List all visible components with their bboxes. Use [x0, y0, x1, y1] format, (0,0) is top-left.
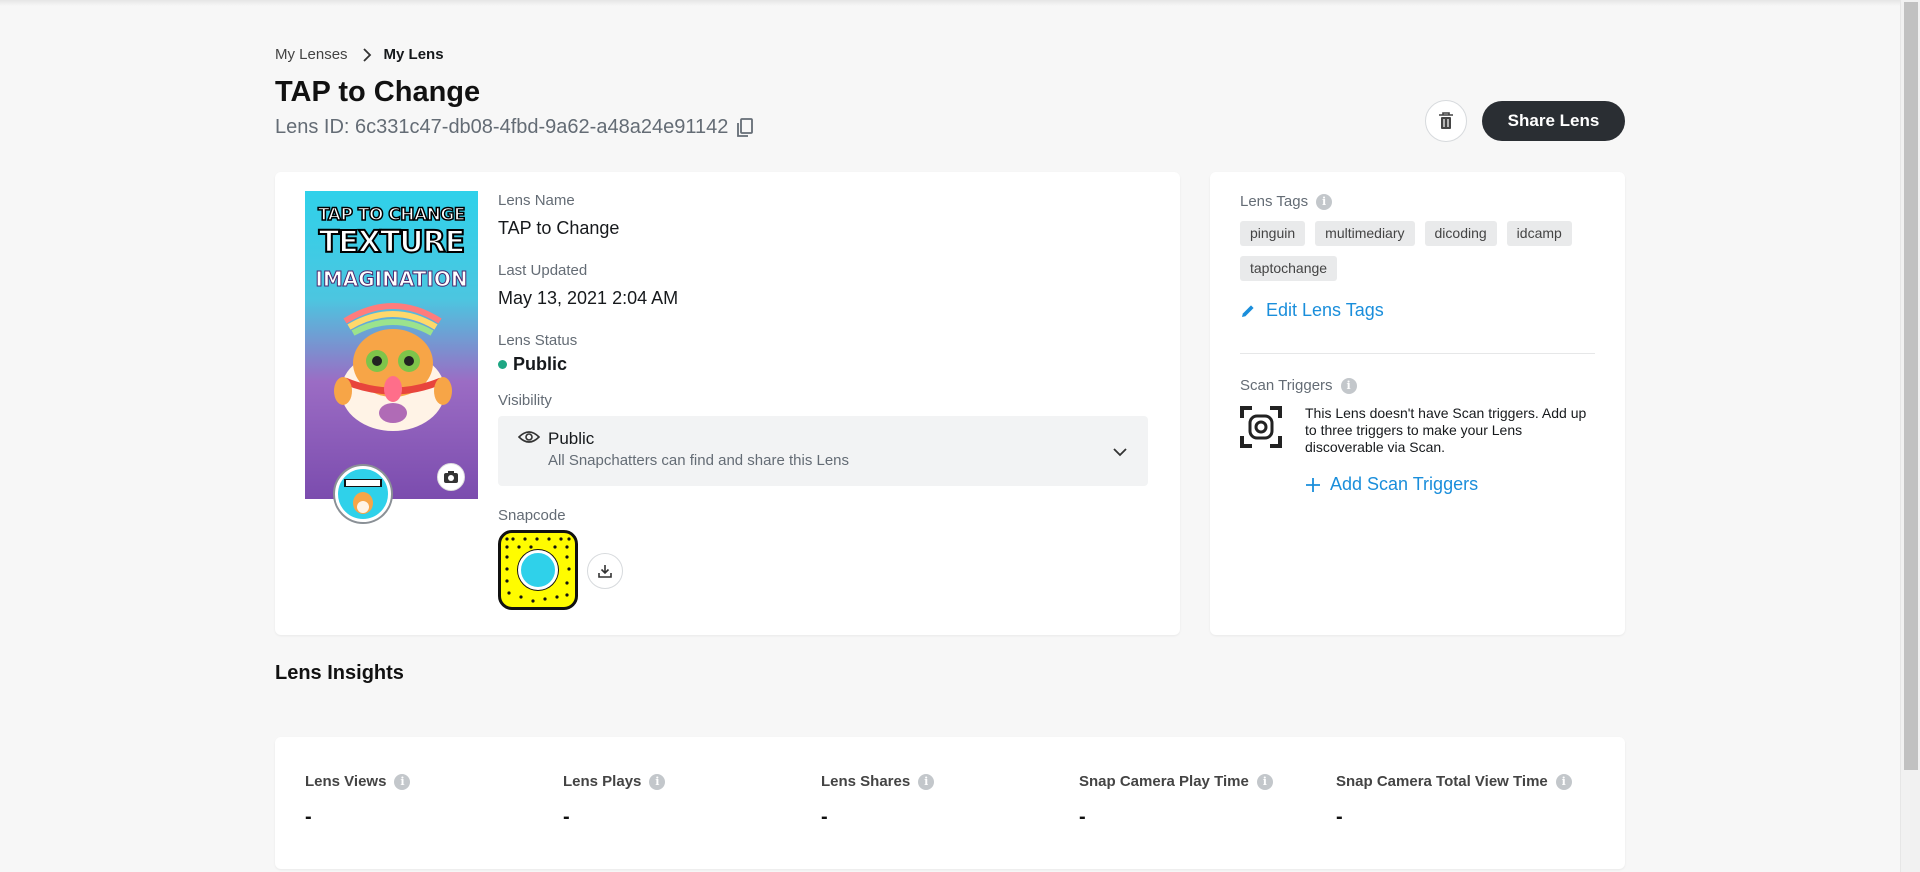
- delete-button[interactable]: [1425, 100, 1467, 142]
- snapcode-image: [498, 530, 578, 610]
- metric-value: -: [305, 806, 312, 828]
- download-snapcode-button[interactable]: [587, 553, 623, 589]
- info-icon[interactable]: i: [1316, 193, 1333, 210]
- lens-id: Lens ID: 6c331c47-db08-4fbd-9a62-a48a24e…: [275, 116, 754, 139]
- thumbnail-text-2: TEXTURE: [318, 224, 467, 261]
- plus-icon: [1306, 477, 1320, 492]
- lens-tags-header: Lens Tags i: [1240, 193, 1333, 210]
- metric-snap-camera-total-view-time: Snap Camera Total View Time i -: [1336, 773, 1572, 829]
- scan-triggers-label: Scan Triggers: [1240, 377, 1333, 394]
- cat-illustration: [334, 303, 452, 431]
- lens-thumbnail: TAP TO CHANGE TEXTURE IMAGINATION: [305, 191, 478, 499]
- scan-triggers-text: This Lens doesn't have Scan triggers. Ad…: [1305, 405, 1587, 455]
- last-updated-label: Last Updated: [498, 262, 588, 279]
- info-icon[interactable]: i: [1256, 773, 1273, 790]
- status-dot: [498, 360, 507, 369]
- metric-snap-camera-play-time: Snap Camera Play Time i -: [1079, 773, 1273, 829]
- edit-lens-tags-label: Edit Lens Tags: [1266, 300, 1384, 320]
- lens-insights-card: Lens Views i - Lens Plays i - Lens Shares i…: [275, 737, 1625, 869]
- info-icon[interactable]: i: [649, 773, 666, 790]
- page-title: TAP to Change: [275, 76, 481, 108]
- breadcrumb-current: My Lens: [383, 46, 444, 63]
- status-text: Public: [513, 354, 568, 374]
- thumbnail-text-3: IMAGINATION: [315, 267, 468, 292]
- lens-tags-label: Lens Tags: [1240, 193, 1309, 210]
- info-icon[interactable]: i: [394, 773, 411, 790]
- metric-value: -: [821, 806, 828, 828]
- avatar-image: [344, 479, 382, 514]
- lens-name-value: TAP to Change: [498, 218, 620, 238]
- edit-lens-tags-link[interactable]: Edit Lens Tags: [1240, 300, 1384, 321]
- add-scan-triggers-label: Add Scan Triggers: [1330, 474, 1479, 494]
- last-updated-value: May 13, 2021 2:04 AM: [498, 288, 679, 308]
- divider: [1240, 353, 1595, 354]
- metric-lens-plays: Lens Plays i -: [563, 773, 666, 829]
- breadcrumb-my-lenses[interactable]: My Lenses: [275, 46, 348, 63]
- tag-chip: pinguin: [1240, 221, 1306, 246]
- info-icon[interactable]: i: [1555, 773, 1572, 790]
- metric-value: -: [1079, 806, 1086, 828]
- info-icon[interactable]: i: [918, 773, 935, 790]
- thumbnail-text-1: TAP TO CHANGE: [317, 204, 466, 226]
- copy-icon[interactable]: [736, 117, 754, 138]
- status-badge: Public: [498, 354, 567, 375]
- lens-status-label: Lens Status: [498, 332, 578, 349]
- visibility-description: All Snapchatters can find and share this…: [548, 452, 850, 469]
- pencil-icon: [1242, 304, 1254, 317]
- chevron-down-icon: [1113, 448, 1127, 457]
- metric-label: Snap Camera Play Time: [1079, 773, 1249, 790]
- metric-label: Lens Views: [305, 773, 387, 790]
- chevron-right-icon: [362, 47, 371, 62]
- metric-label: Snap Camera Total View Time: [1336, 773, 1548, 790]
- change-thumbnail-button[interactable]: [437, 463, 465, 491]
- vertical-scrollbar[interactable]: [1900, 0, 1920, 872]
- lens-insights-title: Lens Insights: [275, 662, 404, 684]
- metric-lens-shares: Lens Shares i -: [821, 773, 935, 829]
- visibility-value: Public: [548, 429, 595, 448]
- visibility-select[interactable]: Public All Snapchatters can find and sha…: [498, 416, 1148, 486]
- lens-details-card: TAP TO CHANGE TEXTURE IMAGINATION Lens N…: [275, 172, 1180, 635]
- scan-triggers-header: Scan Triggers i: [1240, 377, 1357, 394]
- lens-name-label: Lens Name: [498, 192, 575, 209]
- tag-chip: multimediary: [1315, 221, 1415, 246]
- top-shadow: [0, 0, 1900, 6]
- info-icon[interactable]: i: [1340, 377, 1357, 394]
- trash-icon: [1439, 112, 1453, 129]
- metric-label: Lens Shares: [821, 773, 911, 790]
- tag-chip: dicoding: [1424, 221, 1497, 246]
- camera-icon: [444, 471, 458, 483]
- add-scan-triggers-link[interactable]: Add Scan Triggers: [1305, 474, 1478, 495]
- metric-value: -: [1336, 806, 1343, 828]
- lens-tags-card: Lens Tags i pinguin multimediary dicodin…: [1210, 172, 1625, 635]
- breadcrumb: My Lenses My Lens: [275, 46, 444, 63]
- lens-id-text: Lens ID: 6c331c47-db08-4fbd-9a62-a48a24e…: [275, 116, 729, 138]
- tag-chip: taptochange: [1240, 256, 1338, 281]
- snapcode-center: [518, 550, 558, 590]
- tag-list: pinguin multimediary dicoding idcamp tap…: [1240, 221, 1600, 291]
- scan-icon: [1240, 406, 1282, 448]
- metric-value: -: [563, 806, 570, 828]
- scrollbar-thumb[interactable]: [1904, 2, 1918, 770]
- download-icon: [598, 565, 612, 578]
- tag-chip: idcamp: [1506, 221, 1572, 246]
- lens-icon-avatar[interactable]: [335, 466, 391, 522]
- eye-icon: [518, 431, 540, 443]
- metric-lens-views: Lens Views i -: [305, 773, 411, 829]
- snapcode-label: Snapcode: [498, 507, 566, 524]
- metric-label: Lens Plays: [563, 773, 642, 790]
- visibility-label: Visibility: [498, 392, 552, 409]
- share-lens-button[interactable]: Share Lens: [1482, 101, 1625, 141]
